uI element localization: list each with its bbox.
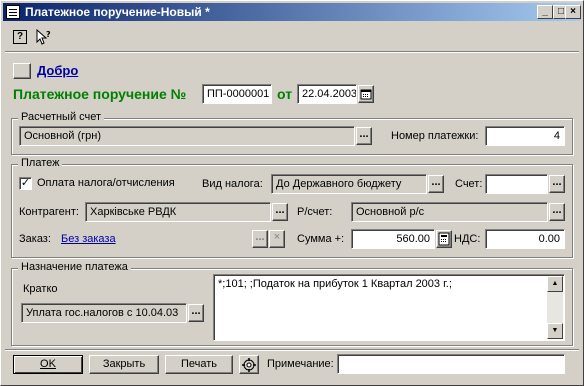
account-group-title: Расчетный счет [18,111,105,123]
schet-select-button[interactable]: ... [549,175,565,193]
calculator-button[interactable] [436,230,452,248]
doc-date-field[interactable]: 22.04.2003 [297,84,357,104]
rs-field[interactable]: Основной р/с [351,202,548,222]
settings-button[interactable] [239,355,259,374]
toolbar: ? ? [7,27,577,49]
order-label: Заказ: [19,233,51,245]
title-bar: Платежное поручение-Новый * _ □ × [3,3,581,21]
help-icon[interactable]: ? [13,30,27,44]
tax-type-select-button[interactable]: ... [428,175,444,193]
order-select-button[interactable]: ... [252,230,268,248]
close-dialog-button[interactable]: Закрыть [89,355,159,374]
window-title: Платежное поручение-Новый * [25,5,210,19]
payment-number-label: Номер платежки: [391,130,479,142]
tax-checkbox-label: Оплата налога/отчисления [37,177,175,189]
dobro-link[interactable]: Добро [37,63,78,78]
toolbar-divider [5,51,579,53]
ok-button-label: OK [40,358,56,370]
sum-field[interactable]: 560.00 [351,229,435,249]
counterparty-label: Контрагент: [19,206,79,218]
from-label: от [277,86,293,102]
purpose-textarea[interactable]: *;101; ;Податок на прибуток 1 Квартал 20… [213,274,565,341]
calculator-icon [438,232,450,246]
scroll-up-button[interactable]: ▲ [547,276,563,292]
payment-number-field[interactable]: 4 [485,126,565,146]
dobro-select-button[interactable] [13,63,31,79]
svg-text:?: ? [46,30,51,39]
close-button-label: Закрыть [102,358,146,370]
ok-button[interactable]: OK [13,355,83,374]
doc-title: Платежное поручение № [13,86,187,102]
tax-type-field[interactable]: До Державного бюджету [271,174,427,194]
counterparty-field[interactable]: Харківське РВДК [85,202,271,222]
counterparty-select-button[interactable]: ... [272,203,288,221]
print-button-label: Печать [180,358,218,370]
tax-type-label: Вид налога: [202,178,263,190]
minimize-button[interactable]: _ [537,5,553,19]
rs-label: Р/счет: [297,206,333,218]
scroll-down-button[interactable]: ▼ [547,323,563,339]
dialog-window: Платежное поручение-Новый * _ □ × ? ? До… [0,0,584,386]
sum-label: Сумма +: [297,233,345,245]
whats-this-icon[interactable]: ? [35,28,53,45]
account-select-button[interactable]: ... [356,127,372,145]
vat-field[interactable]: 0.00 [485,229,565,249]
vat-label: НДС: [454,233,481,245]
close-button[interactable]: × [565,5,581,19]
short-field[interactable]: Уплата гос.налогов с 10.04.03 [21,303,187,323]
purpose-scrollbar[interactable]: ▲ ▼ [547,276,563,339]
document-icon [6,5,20,19]
calendar-button[interactable] [358,85,374,103]
short-label: Кратко [23,283,58,295]
footer-divider [5,349,579,351]
tax-checkbox[interactable]: ✓ [19,177,32,190]
purpose-group-title: Назначение платежа [18,261,131,273]
order-link[interactable]: Без заказа [61,233,116,245]
note-field[interactable] [337,354,565,374]
purpose-text: *;101; ;Податок на прибуток 1 Квартал 20… [218,278,452,290]
rs-select-button[interactable]: ... [549,203,565,221]
short-select-button[interactable]: ... [188,304,204,322]
account-field[interactable]: Основной (грн) [19,126,355,146]
gear-icon [242,358,256,372]
note-label: Примечание: [267,358,334,370]
schet-label: Счет: [455,178,483,190]
calendar-icon [360,89,372,100]
payment-group-title: Платеж [18,157,63,169]
print-button[interactable]: Печать [165,355,233,374]
order-clear-button[interactable]: × [269,230,285,248]
doc-number-field[interactable]: ПП-0000001 [202,84,272,104]
schet-field[interactable] [485,174,548,194]
